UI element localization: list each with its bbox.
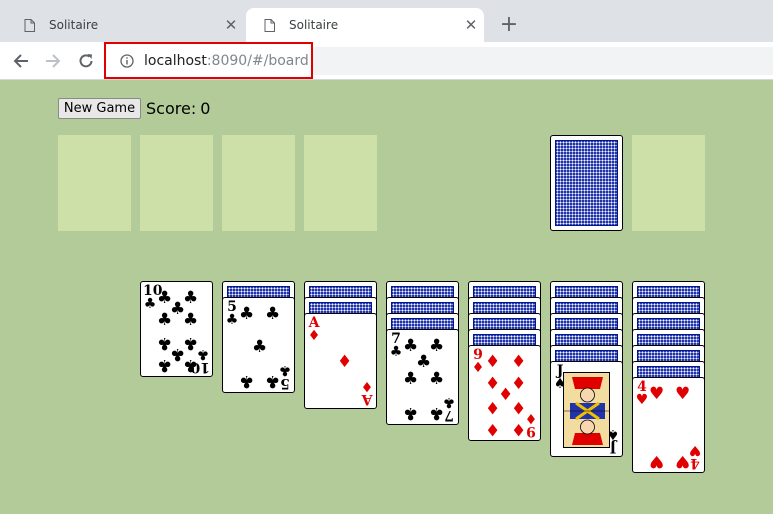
reload-button[interactable] [73,49,99,73]
new-game-button[interactable]: New Game [58,98,141,119]
clubs-pip-icon: ♣ [429,369,445,389]
url-path: :8090/#/board [206,52,309,69]
score-value: 0 [200,99,211,118]
tab-title: Solitaire [49,18,99,32]
card-index-tl: 4 ♥ [635,379,649,408]
waste-pile[interactable] [632,135,705,231]
foundation-slot-4[interactable] [304,135,377,231]
stock-pile[interactable] [550,135,623,231]
clubs-pip-icon: ♣ [239,304,255,324]
card-index-tl: 10 ♣ [143,283,163,312]
diamonds-pip-icon: ♦ [337,352,353,372]
info-icon[interactable] [120,53,134,68]
card-index-tl: A ♦ [307,315,321,344]
diamonds-pip-icon: ♦ [485,419,501,439]
playing-card-5-clubs[interactable]: 5 ♣ 5 ♣ ♣ ♣ ♣ ♣ ♣ [222,297,295,393]
diamonds-pip-icon: ♦ [485,352,501,372]
clubs-pip-icon: ♣ [183,333,199,353]
clubs-pip-icon: ♣ [183,355,199,375]
clubs-pip-icon: ♣ [429,336,445,356]
address-bar[interactable]: localhost:8090/#/board [104,42,313,79]
jack-portrait-icon [563,372,610,448]
diamonds-pip-icon: ♦ [511,352,527,372]
tab-title: Solitaire [289,18,339,32]
url-host: localhost [144,52,207,69]
forward-button[interactable] [40,49,66,73]
playing-card-9-diamonds[interactable]: 9 ♦ 9 ♦ ♦ ♦ ♦ ♦ ♦ ♦ ♦ ♦ ♦ [468,345,541,441]
clubs-pip-icon: ♣ [252,337,268,357]
card-back-pattern [555,140,618,226]
clubs-pip-icon: ♣ [183,310,199,330]
clubs-pip-icon: ♣ [403,403,419,423]
tab-strip: Solitaire ✕ Solitaire ✕ + [0,0,773,42]
clubs-pip-icon: ♣ [157,355,173,375]
score-label: Score: [146,99,197,118]
diamonds-pip-icon: ♦ [511,397,527,417]
card-index-tl: 9 ♦ [471,347,485,376]
clubs-pip-icon: ♣ [239,371,255,391]
card-index-tl: 7 ♣ [389,331,403,360]
browser-tab-1[interactable]: Solitaire ✕ [6,8,244,42]
new-tab-button[interactable]: + [496,12,522,38]
reload-icon [79,54,93,68]
back-button[interactable] [8,49,34,73]
forward-arrow-icon [46,54,61,68]
playing-card-7-clubs[interactable]: 7 ♣ 7 ♣ ♣ ♣ ♣ ♣ ♣ ♣ ♣ [386,329,459,425]
hearts-pip-icon: ♥ [675,451,691,471]
card-index-tl: 5 ♣ [225,299,239,328]
hearts-pip-icon: ♥ [649,384,665,404]
playing-card-A-diamonds[interactable]: A ♦ A ♦ ♦ [304,313,377,409]
navigation-bar: localhost:8090/#/board [0,42,773,80]
clubs-pip-icon: ♣ [403,369,419,389]
close-tab-icon[interactable]: ✕ [458,16,484,34]
address-bar-background [313,47,773,75]
document-icon [264,18,275,32]
clubs-pip-icon: ♣ [429,403,445,423]
playing-card-4-hearts[interactable]: 4 ♥ 4 ♥ ♥ ♥ ♥ ♥ [632,377,705,473]
back-arrow-icon [13,54,28,68]
card-index-br: A ♦ [360,378,374,407]
diamonds-pip-icon: ♦ [485,397,501,417]
clubs-pip-icon: ♣ [157,310,173,330]
close-tab-icon[interactable]: ✕ [218,16,244,34]
diamonds-pip-icon: ♦ [511,419,527,439]
clubs-pip-icon: ♣ [265,371,281,391]
score-display: Score: 0 [146,99,210,118]
clubs-pip-icon: ♣ [183,288,199,308]
playing-card-J-spades[interactable]: J ♠ J ♠ [550,361,623,457]
document-icon [24,18,35,32]
foundation-slot-2[interactable] [140,135,213,231]
hearts-pip-icon: ♥ [649,451,665,471]
playing-card-10-clubs[interactable]: 10 ♣ 10 ♣ ♣ ♣ ♣ ♣ ♣ ♣ ♣ ♣ ♣ ♣ [140,281,213,377]
browser-tab-2[interactable]: Solitaire ✕ [246,8,484,42]
clubs-pip-icon: ♣ [265,304,281,324]
foundation-slot-1[interactable] [58,135,131,231]
hearts-pip-icon: ♥ [675,384,691,404]
foundation-slot-3[interactable] [222,135,295,231]
diamonds-pip-icon: ♦ [511,374,527,394]
